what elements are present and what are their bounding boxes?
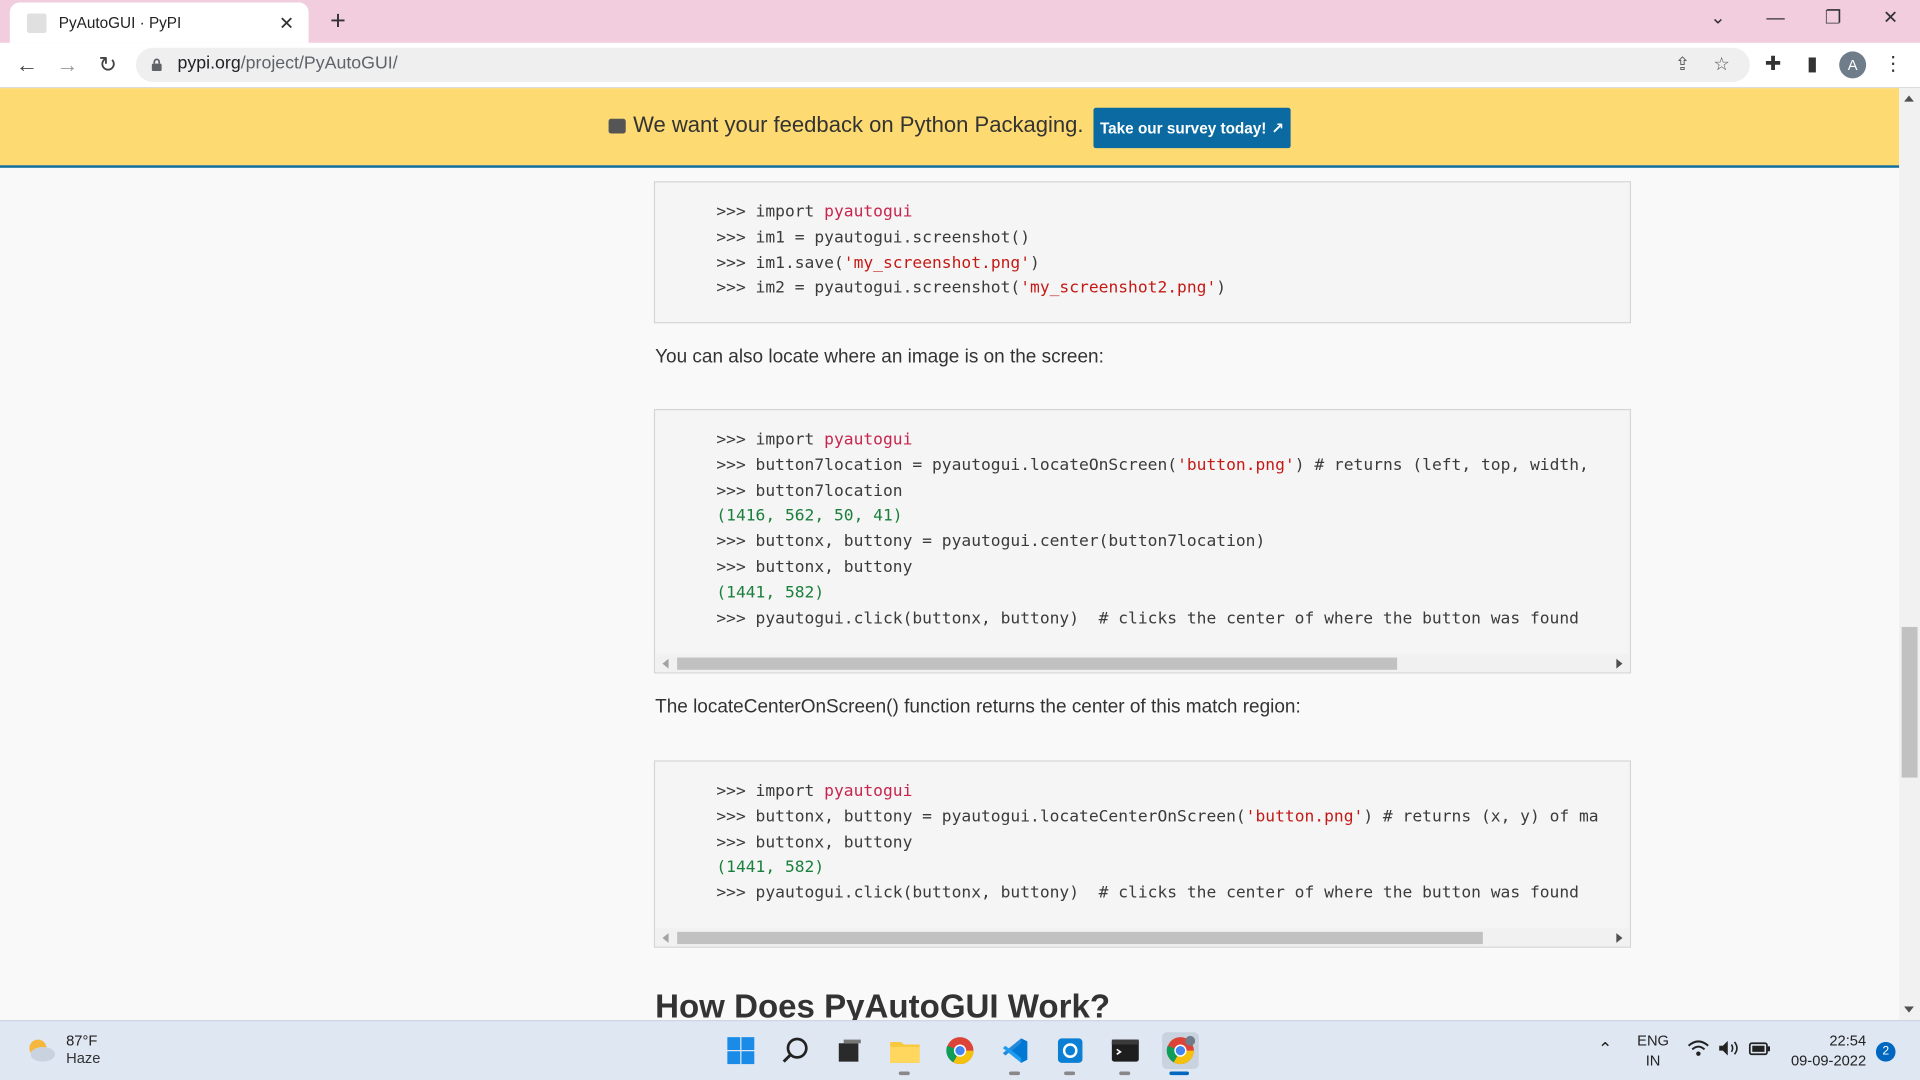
horizontal-scrollbar[interactable] <box>655 653 1630 673</box>
volume-icon[interactable] <box>1718 1040 1740 1062</box>
section-heading: How Does PyAutoGUI Work? <box>655 988 1111 1021</box>
scroll-down-arrow-icon[interactable] <box>1904 1006 1914 1013</box>
external-link-icon: ↗ <box>1271 120 1285 138</box>
running-indicator <box>1064 1071 1076 1076</box>
clock-time: 22:54 <box>1829 1032 1867 1050</box>
paragraph-locate-center: The locateCenterOnScreen() function retu… <box>655 696 1301 718</box>
weather-temperature: 87°F <box>66 1032 98 1050</box>
language-code: ENG <box>1637 1032 1669 1050</box>
active-indicator <box>1169 1071 1189 1076</box>
restore-button[interactable]: ❐ <box>1805 0 1861 39</box>
weather-description: Haze <box>66 1049 101 1067</box>
terminal-icon <box>1111 1039 1139 1062</box>
start-button[interactable] <box>722 1032 759 1069</box>
browser-tab-strip: PyAutoGUI · PyPI ✕ + ⌄ — ❐ ✕ <box>0 0 1920 43</box>
page-vertical-scrollbar[interactable] <box>1899 88 1920 1021</box>
scroll-right-arrow-icon[interactable] <box>1616 658 1623 669</box>
task-view-icon <box>838 1039 861 1062</box>
chrome-icon <box>946 1037 974 1065</box>
file-explorer-button[interactable] <box>887 1032 924 1076</box>
bookmark-star-icon[interactable]: ☆ <box>1708 53 1735 77</box>
running-indicator <box>1008 1071 1021 1076</box>
notification-badge[interactable]: 2 <box>1875 1042 1896 1062</box>
language-region: IN <box>1645 1051 1661 1069</box>
address-bar[interactable]: pypi.org/project/PyAutoGUI/ ⇪ ☆ <box>135 47 1750 83</box>
back-icon[interactable]: ← <box>10 48 44 82</box>
profile-avatar[interactable]: A <box>1839 51 1867 79</box>
url-text: pypi.org/project/PyAutoGUI/ <box>177 53 398 74</box>
code-text: >>> import pyautogui >>> button7location… <box>716 431 1589 628</box>
scroll-left-arrow-icon[interactable] <box>662 933 669 943</box>
app-blue-icon <box>1057 1038 1083 1063</box>
running-indicator <box>1119 1071 1131 1076</box>
show-hidden-icons-icon[interactable]: ⌃ <box>1598 1038 1612 1058</box>
side-panel-icon[interactable]: ▮ <box>1798 50 1827 79</box>
chrome-active-button[interactable] <box>1162 1032 1199 1076</box>
browser-toolbar: ← → ↻ pypi.org/project/PyAutoGUI/ ⇪ ☆ ✚ … <box>0 42 1920 89</box>
code-block-locate-center: >>> import pyautogui >>> buttonx, button… <box>653 760 1632 948</box>
app-button[interactable] <box>1052 1032 1089 1076</box>
vscode-button[interactable] <box>997 1032 1034 1076</box>
close-window-button[interactable]: ✕ <box>1862 0 1918 39</box>
banner-message: We want your feedback on Python Packagin… <box>608 112 1084 139</box>
minimize-button[interactable]: — <box>1747 0 1803 39</box>
feedback-banner: We want your feedback on Python Packagin… <box>0 88 1900 168</box>
scroll-left-arrow-icon[interactable] <box>662 658 669 669</box>
clock-date: 09-09-2022 <box>1790 1051 1867 1069</box>
page-content: >>> import pyautogui >>> im1 = pyautogui… <box>0 168 1900 1021</box>
code-text: >>> import pyautogui >>> buttonx, button… <box>716 782 1599 903</box>
windows-logo-icon <box>727 1037 755 1065</box>
tab-search-icon[interactable]: ⌄ <box>1690 0 1746 39</box>
reload-icon[interactable]: ↻ <box>91 48 125 82</box>
share-icon[interactable]: ⇪ <box>1669 53 1696 77</box>
pypi-favicon-icon <box>26 12 47 33</box>
system-clock[interactable]: 22:54 09-09-2022 <box>1785 1031 1866 1070</box>
wifi-icon[interactable] <box>1687 1040 1709 1062</box>
folder-icon <box>890 1042 920 1063</box>
scrollbar-thumb[interactable] <box>677 657 1398 670</box>
scrollbar-thumb[interactable] <box>1901 626 1918 778</box>
lock-icon <box>151 58 162 72</box>
chrome-profile-icon <box>1166 1035 1196 1065</box>
search-icon <box>782 1037 808 1063</box>
comment-icon <box>608 118 626 133</box>
paragraph-locate: You can also locate where an image is on… <box>655 346 1104 368</box>
screen: PyAutoGUI · PyPI ✕ + ⌄ — ❐ ✕ ← → ↻ pypi.… <box>0 0 1920 1080</box>
scrollbar-thumb[interactable] <box>677 931 1483 945</box>
forward-icon[interactable]: → <box>50 48 84 82</box>
scroll-up-arrow-icon[interactable] <box>1904 95 1914 102</box>
survey-button-label: Take our survey today! <box>1099 119 1267 137</box>
horizontal-scrollbar[interactable] <box>655 928 1630 947</box>
code-block-screenshot: >>> import pyautogui >>> im1 = pyautogui… <box>653 181 1632 324</box>
scroll-right-arrow-icon[interactable] <box>1616 933 1623 943</box>
survey-button[interactable]: Take our survey today! ↗ <box>1093 107 1291 149</box>
menu-kebab-icon[interactable]: ⋮ <box>1878 50 1907 79</box>
running-indicator <box>898 1071 910 1076</box>
extensions-icon[interactable]: ✚ <box>1758 50 1787 79</box>
battery-icon[interactable] <box>1748 1040 1771 1062</box>
code-block-locate: >>> import pyautogui >>> button7location… <box>653 408 1632 674</box>
tab-close-icon[interactable]: ✕ <box>277 12 297 34</box>
chrome-button[interactable] <box>942 1032 979 1069</box>
windows-taskbar: 87°F Haze ⌃ ENG IN 22:54 09-09-2022 2 <box>0 1020 1920 1080</box>
terminal-button[interactable] <box>1107 1032 1144 1076</box>
vscode-icon <box>1002 1038 1028 1063</box>
language-indicator[interactable]: ENG IN <box>1636 1031 1670 1070</box>
browser-tab[interactable]: PyAutoGUI · PyPI ✕ <box>9 2 309 43</box>
weather-haze-icon <box>29 1039 56 1062</box>
tab-title: PyAutoGUI · PyPI <box>58 14 182 32</box>
weather-widget[interactable]: 87°F Haze <box>24 1032 101 1067</box>
task-view-button[interactable] <box>831 1032 868 1069</box>
code-text: >>> import pyautogui >>> im1 = pyautogui… <box>716 203 1227 299</box>
new-tab-button[interactable]: + <box>321 5 355 39</box>
banner-text: We want your feedback on Python Packagin… <box>633 112 1084 138</box>
search-button[interactable] <box>778 1032 815 1069</box>
